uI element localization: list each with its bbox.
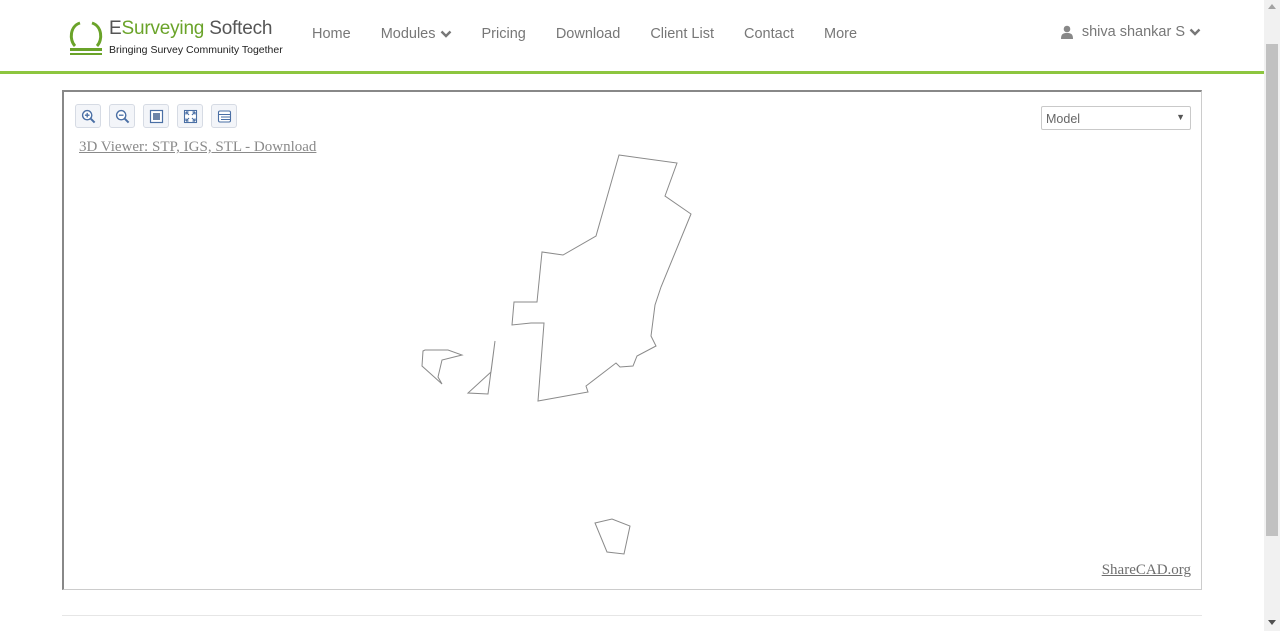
layout-select-value: Model (1046, 112, 1081, 126)
chevron-down-icon (440, 30, 451, 38)
sharecad-link[interactable]: ShareCAD.org (1102, 562, 1191, 579)
page-scrollbar[interactable] (1264, 0, 1280, 631)
zoom-in-button[interactable] (75, 104, 101, 128)
parcel-main (511, 154, 692, 402)
nav-download[interactable]: Download (556, 24, 621, 44)
cad-drawing-canvas[interactable] (64, 92, 1202, 590)
user-menu[interactable]: shiva shankar S (1060, 24, 1201, 40)
brand[interactable]: ESurveying Softech Bringing Survey Commu… (68, 18, 288, 58)
nav-modules[interactable]: Modules (381, 24, 452, 44)
cad-viewer[interactable]: 3D Viewer: STP, IGS, STL - Download Mode… (62, 90, 1202, 590)
nav-home[interactable]: Home (312, 24, 351, 44)
zoom-out-button[interactable] (109, 104, 135, 128)
layout-select[interactable]: Model ▼ (1041, 106, 1191, 130)
nav-client-list[interactable]: Client List (650, 24, 714, 44)
3d-viewer-download-link[interactable]: 3D Viewer: STP, IGS, STL - Download (79, 139, 316, 156)
footer-divider (62, 615, 1202, 616)
fit-window-icon (149, 109, 163, 123)
chevron-down-icon (1189, 28, 1201, 36)
user-name: shiva shankar S (1081, 24, 1185, 40)
parcel-left-sliver (466, 340, 496, 395)
scroll-thumb[interactable] (1266, 44, 1278, 536)
omega-logo-icon (69, 21, 103, 55)
zoom-out-icon (115, 109, 129, 123)
scroll-up-arrow-icon[interactable] (1268, 4, 1276, 9)
viewer-toolbar (75, 104, 245, 128)
layers-button[interactable] (211, 104, 237, 128)
nav-pricing[interactable]: Pricing (482, 24, 526, 44)
zoom-in-icon (81, 109, 95, 123)
navbar: ESurveying Softech Bringing Survey Commu… (0, 0, 1264, 74)
brand-name: ESurveying Softech (109, 18, 273, 39)
nav-contact[interactable]: Contact (744, 24, 794, 44)
user-icon (1060, 25, 1073, 39)
fullscreen-button[interactable] (177, 104, 203, 128)
fit-window-button[interactable] (143, 104, 169, 128)
parcel-left-small (421, 349, 464, 385)
layers-icon (217, 109, 231, 123)
page: ESurveying Softech Bringing Survey Commu… (0, 0, 1280, 631)
nav-more[interactable]: More (824, 24, 857, 44)
main-nav: Home Modules Pricing Download Client Lis… (312, 24, 887, 44)
brand-tagline: Bringing Survey Community Together (109, 44, 283, 56)
scroll-down-arrow-icon[interactable] (1268, 620, 1276, 625)
parcel-bottom (594, 518, 631, 555)
fullscreen-icon (183, 109, 197, 123)
dropdown-arrow-icon: ▼ (1176, 112, 1185, 122)
